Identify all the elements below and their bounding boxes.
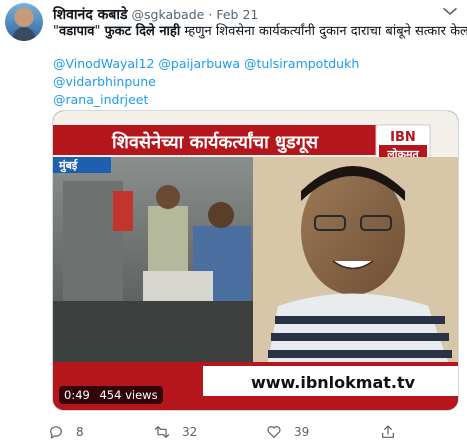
share-icon: [382, 425, 394, 438]
heart-icon: [267, 426, 281, 438]
retweet-button[interactable]: 32: [154, 423, 197, 441]
tweet-text-bold-1: वडापाव: [58, 24, 95, 39]
mention-link[interactable]: @VinodWayal12: [53, 56, 154, 71]
mention-link[interactable]: @vidarbhinpune: [53, 74, 156, 89]
tweet-date[interactable]: Feb 21: [216, 7, 258, 22]
tweet: शिवानंद कबाडे @sgkabade · Feb 21 "वडापाव…: [0, 0, 467, 441]
tweet-text: "वडापाव" फुकट दिले नाही म्हणुन शिवसेना क…: [53, 23, 467, 40]
mentions: @VinodWayal12 @paijarbuwa @tulsirampotdu…: [53, 55, 359, 109]
person-head: [156, 185, 180, 209]
shirt-stripe-3: [268, 350, 452, 358]
mention-link[interactable]: @paijarbuwa: [158, 56, 240, 71]
video-player[interactable]: शिवसेनेच्या कार्यकर्त्यांचा धुडगूस IBN ल…: [52, 110, 459, 411]
video-stats: 0:49 454 views: [59, 386, 163, 404]
location-text: मुंबई: [58, 158, 78, 173]
tweet-header: शिवानंद कबाडे @sgkabade · Feb 21: [53, 4, 258, 24]
share-button[interactable]: [380, 423, 408, 441]
person-red: [113, 191, 133, 231]
avatar[interactable]: [5, 3, 43, 41]
mentions-line-1: @VinodWayal12 @paijarbuwa @tulsirampotdu…: [53, 55, 359, 73]
shirt-stripe-2: [271, 333, 449, 341]
like-button[interactable]: 39: [266, 423, 309, 441]
video-views: 454 views: [99, 388, 158, 402]
person-vendor: [148, 206, 188, 276]
action-bar: 8 32 39: [48, 423, 458, 441]
video-frame: शिवसेनेच्या कार्यकर्त्यांचा धुडगूस IBN ल…: [53, 111, 458, 410]
mentions-line-3: @rana_indrjeet: [53, 91, 359, 109]
person-head-2: [208, 202, 234, 228]
reply-icon: [50, 426, 62, 439]
user-handle[interactable]: @sgkabade: [132, 7, 205, 22]
quote-close: ": [94, 24, 105, 39]
tweet-text-bold-2: फुकट दिले नाही: [104, 24, 181, 39]
counter: [143, 271, 213, 301]
display-name[interactable]: शिवानंद कबाडे: [53, 5, 128, 24]
reply-button[interactable]: 8: [48, 423, 84, 441]
floor: [53, 301, 253, 362]
tweet-text-rest: म्हणुन शिवसेना कार्यकर्त्यांनी दुकान दार…: [180, 24, 467, 39]
like-count: 39: [294, 425, 310, 439]
more-options-icon[interactable]: [441, 2, 459, 20]
mention-link[interactable]: @tulsirampotdukh: [244, 56, 359, 71]
reply-count: 8: [76, 425, 84, 439]
separator-dot: ·: [208, 6, 213, 22]
website-text: www.ibnlokmat.tv: [251, 373, 416, 392]
headline-text: शिवसेनेच्या कार्यकर्त्यांचा धुडगूस: [111, 131, 319, 154]
video-duration: 0:49: [64, 388, 90, 402]
mentions-line-2: @vidarbhinpune: [53, 73, 359, 91]
shirt-stripe-1: [275, 316, 445, 324]
mention-link[interactable]: @rana_indrjeet: [53, 92, 148, 107]
retweet-icon: [154, 426, 170, 438]
channel-logo-top: IBN: [390, 130, 416, 145]
retweet-count: 32: [182, 425, 198, 439]
